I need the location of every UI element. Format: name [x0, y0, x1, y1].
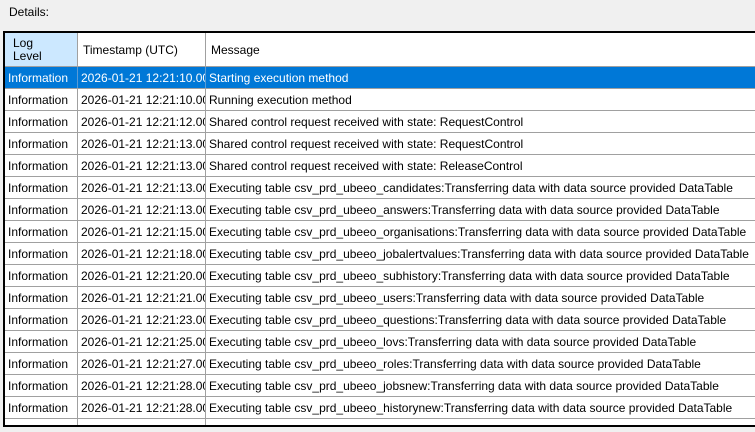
- cell-timestamp: 2026-01-21 12:21:21.000: [78, 287, 206, 308]
- cell-message: [206, 419, 755, 425]
- cell-message: Shared control request received with sta…: [209, 158, 523, 173]
- cell-timestamp: 2026-01-21 12:21:25.000: [78, 331, 206, 352]
- cell-timestamp: 2026-01-21 12:21:13.000: [78, 199, 206, 220]
- table-row[interactable]: Information 2026-01-21 12:21:27.000 Execut…: [5, 353, 755, 375]
- cell-message: Shared control request received with sta…: [209, 136, 524, 151]
- cell-message: Executing table csv_prd_ubeeo_users:Tran…: [209, 290, 705, 305]
- cell-message: Executing table csv_prd_ubeeo_jobalertva…: [209, 246, 749, 261]
- cell-timestamp: 2026-01-21 12:21:13.000: [78, 155, 206, 176]
- cell-timestamp: [78, 419, 206, 425]
- cell-timestamp: 2026-01-21 12:21:23.000: [78, 309, 206, 330]
- grid-header: Log Level Timestamp (UTC) Message: [5, 33, 755, 67]
- table-row[interactable]: Information 2026-01-21 12:21:12.000 Shared…: [5, 111, 755, 133]
- cell-message: Executing table csv_prd_ubeeo_roles:Tran…: [209, 356, 701, 371]
- table-row[interactable]: Information 2026-01-21 12:21:15.000 Execut…: [5, 221, 755, 243]
- cell-message: Running execution method: [209, 92, 352, 107]
- table-row[interactable]: Information 2026-01-21 12:21:13.000 Execut…: [5, 199, 755, 221]
- cell-timestamp: 2026-01-21 12:21:28.000: [78, 397, 206, 418]
- table-row[interactable]: Information 2026-01-21 12:21:28.000 Execut…: [5, 375, 755, 397]
- cell-level: Information: [5, 133, 78, 154]
- cell-level: Information: [5, 331, 78, 352]
- cell-level: Information: [5, 397, 78, 418]
- cell-level: Information: [5, 67, 78, 88]
- cell-timestamp: 2026-01-21 12:21:10.000: [78, 67, 206, 88]
- cell-timestamp: 2026-01-21 12:21:13.000: [78, 133, 206, 154]
- cell-level: Information: [5, 309, 78, 330]
- cell-level: Information: [5, 353, 78, 374]
- cell-level: Information: [5, 375, 78, 396]
- cell-message: Executing table csv_prd_ubeeo_subhistory…: [209, 268, 730, 283]
- column-header-message[interactable]: Message: [206, 33, 755, 66]
- cell-timestamp: 2026-01-21 12:21:15.000: [78, 221, 206, 242]
- cell-level: Information: [5, 265, 78, 286]
- cell-message: Starting execution method: [209, 70, 349, 85]
- table-row[interactable]: Information 2026-01-21 12:21:13.000 Shared…: [5, 155, 755, 177]
- cell-message: Executing table csv_prd_ubeeo_answers:Tr…: [209, 202, 720, 217]
- cell-timestamp: 2026-01-21 12:21:27.000: [78, 353, 206, 374]
- table-row[interactable]: Information 2026-01-21 12:21:18.000 Execut…: [5, 243, 755, 265]
- column-header-log-level[interactable]: Log Level: [5, 33, 78, 66]
- cell-timestamp: 2026-01-21 12:21:13.000: [78, 177, 206, 198]
- cell-message: Executing table csv_prd_ubeeo_lovs:Trans…: [209, 334, 697, 349]
- cell-level: Information: [5, 287, 78, 308]
- table-row[interactable]: Information 2026-01-21 12:21:23.000 Execut…: [5, 309, 755, 331]
- cell-message: Executing table csv_prd_ubeeo_organisati…: [209, 224, 747, 239]
- cell-timestamp: 2026-01-21 12:21:20.000: [78, 265, 206, 286]
- cell-level: Information: [5, 199, 78, 220]
- cell-level: Information: [5, 155, 78, 176]
- column-header-timestamp[interactable]: Timestamp (UTC): [78, 33, 206, 66]
- cell-message: Shared control request received with sta…: [209, 114, 524, 129]
- cell-timestamp: 2026-01-21 12:21:10.000: [78, 89, 206, 110]
- cell-message: Executing table csv_prd_ubeeo_candidates…: [209, 180, 733, 195]
- log-grid[interactable]: Log Level Timestamp (UTC) Message Inform…: [3, 31, 755, 427]
- cell-level: Information: [5, 243, 78, 264]
- cell-message: Executing table csv_prd_ubeeo_jobsnew:Tr…: [209, 378, 719, 393]
- cell-level: Information: [5, 111, 78, 132]
- table-row[interactable]: Information 2026-01-21 12:21:25.000 Execut…: [5, 331, 755, 353]
- cell-level: Information: [5, 221, 78, 242]
- table-row[interactable]: Information 2026-01-21 12:21:10.000 Runnin…: [5, 89, 755, 111]
- cell-message: Executing table csv_prd_ubeeo_historynew…: [209, 400, 733, 415]
- table-row[interactable]: Information 2026-01-21 12:21:20.000 Execut…: [5, 265, 755, 287]
- table-row[interactable]: Information 2026-01-21 12:21:28.000 Execut…: [5, 397, 755, 419]
- cell-timestamp: 2026-01-21 12:21:28.000: [78, 375, 206, 396]
- table-row[interactable]: Information 2026-01-21 12:21:10.000 Starti…: [5, 67, 755, 89]
- cell-level: Information: [5, 177, 78, 198]
- cell-level: Information: [5, 89, 78, 110]
- table-row[interactable]: Information 2026-01-21 12:21:21.000 Execut…: [5, 287, 755, 309]
- cell-level: [5, 419, 78, 425]
- table-row[interactable]: Information 2026-01-21 12:21:13.000 Execut…: [5, 177, 755, 199]
- cell-timestamp: 2026-01-21 12:21:18.000: [78, 243, 206, 264]
- details-label: Details:: [9, 5, 50, 19]
- cell-timestamp: 2026-01-21 12:21:12.000: [78, 111, 206, 132]
- table-row[interactable]: Information 2026-01-21 12:21:13.000 Shared…: [5, 133, 755, 155]
- table-row-partial[interactable]: [5, 419, 755, 425]
- cell-message: Executing table csv_prd_ubeeo_questions:…: [209, 312, 727, 327]
